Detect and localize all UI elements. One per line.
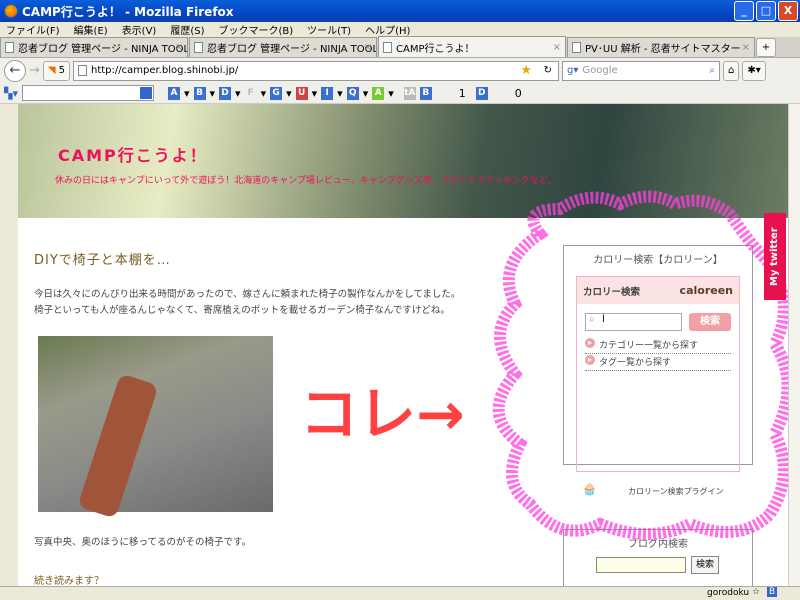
tab-label: 忍者ブログ 管理ページ - NINJA TOOLS [207, 44, 377, 55]
tab-close-icon[interactable]: × [364, 42, 372, 53]
vertical-scrollbar[interactable] [788, 104, 800, 586]
addon-icon[interactable]: B [767, 587, 778, 597]
page-icon [383, 41, 392, 53]
star-icon[interactable]: ☆ [752, 587, 760, 597]
toolbar-button-a[interactable]: A [167, 86, 180, 100]
page-icon [77, 65, 87, 76]
my-twitter-badge[interactable]: My twitter [764, 213, 786, 300]
search-placeholder: Google [582, 65, 618, 76]
navigation-bar: ← → ◥ 5 http://camper.blog.shinobi.jp/★ ↻ … [0, 58, 800, 83]
menu-edit[interactable]: 編集(E) [74, 22, 108, 37]
url-bar[interactable]: http://camper.blog.shinobi.jp/ ★ ↻ [72, 60, 559, 81]
rss-button[interactable]: ◥ 5 [42, 60, 70, 81]
window-title: CAMP行こうよ！ - Mozilla Firefox [22, 4, 234, 19]
tab[interactable]: 忍者ブログ 管理ページ - NINJA TOOLS × [0, 37, 188, 57]
page-icon [194, 42, 203, 53]
annotation-overlay: コレ→ [300, 190, 788, 540]
menu-bookmarks[interactable]: ブックマーク(B) [219, 22, 294, 37]
search-icon[interactable] [139, 87, 152, 99]
maximize-button[interactable]: □ [756, 1, 776, 21]
tab-label: CAMP行こうよ！ [396, 43, 475, 55]
annotation-text: コレ→ [300, 380, 465, 448]
tab-close-icon[interactable]: × [553, 42, 561, 53]
close-button[interactable]: X [778, 1, 798, 21]
bookmark-star-icon[interactable]: ★ [520, 63, 532, 78]
menu-bar: ファイル(F) 編集(E) 表示(V) 履歴(S) ブックマーク(B) ツール(… [0, 22, 800, 37]
menu-help[interactable]: ヘルプ(H) [365, 22, 410, 37]
status-user: gorodoku [707, 588, 750, 598]
toolbar-search-input[interactable] [21, 85, 154, 101]
delicious-count: 0 [514, 86, 522, 100]
tab[interactable]: 忍者ブログ 管理ページ - NINJA TOOLS × [189, 37, 377, 57]
tab-close-icon[interactable]: × [175, 42, 183, 53]
minimize-button[interactable]: _ [734, 1, 754, 21]
page-icon [5, 42, 14, 53]
hatena-b-icon: B [419, 86, 432, 100]
title-bar: CAMP行こうよ！ - Mozilla Firefox _ □ X [0, 0, 800, 22]
tab[interactable]: PV･UU 解析 - 忍者サイトマスター × [567, 37, 755, 57]
highlight-cloud-outline [492, 190, 788, 540]
menu-tools[interactable]: ツール(T) [307, 22, 351, 37]
toolbar-button-d[interactable]: D [219, 86, 232, 100]
tab-label: PV･UU 解析 - 忍者サイトマスター [585, 44, 741, 55]
menu-view[interactable]: 表示(V) [122, 22, 157, 37]
tab-close-icon[interactable]: × [742, 42, 750, 53]
toolbar-button-f[interactable]: F [244, 86, 257, 100]
home-button[interactable]: ⌂ [722, 60, 740, 81]
search-box[interactable]: g▾ Google ⌕ [561, 60, 720, 81]
addon-toolbar: ▚▾ A ▾ B ▾ D ▾ F ▾ G ▾ U ▾ I ▾ Q ▾ A ▾ tA B 1 D 0 [0, 83, 800, 104]
menu-history[interactable]: 履歴(S) [170, 22, 204, 37]
status-bar: gorodoku ☆ B [0, 586, 800, 600]
tab-label: 忍者ブログ 管理ページ - NINJA TOOLS [18, 44, 188, 55]
google-icon: g▾ [566, 65, 579, 76]
web-content: CAMP行こうよ！ 休みの日にはキャンプにいって外で遊ぼう！北海道のキャンプ場レ… [0, 104, 788, 586]
forward-button[interactable]: → [29, 63, 40, 78]
toolbar-icon[interactable]: ▚▾ [4, 87, 18, 100]
hatena-count: 1 [458, 86, 466, 100]
delicious-d-icon: D [475, 86, 488, 100]
tab-bar: 忍者ブログ 管理ページ - NINJA TOOLS × 忍者ブログ 管理ページ -… [0, 36, 800, 58]
reload-icon[interactable]: ↻ [544, 65, 552, 76]
back-button[interactable]: ← [4, 59, 26, 82]
toolbar-button-b[interactable]: B [193, 86, 206, 100]
toolbar-button-android[interactable]: A [372, 86, 385, 100]
toolbar-button-q[interactable]: Q [346, 86, 359, 100]
addon-button[interactable]: ✱▾ [742, 60, 766, 81]
menu-file[interactable]: ファイル(F) [6, 22, 60, 37]
rss-count: 5 [58, 65, 65, 76]
new-tab-button[interactable]: + [756, 38, 776, 57]
search-icon[interactable]: ⌕ [709, 65, 715, 76]
toolbar-button-i[interactable]: I [321, 86, 334, 100]
toolbar-button-u[interactable]: U [295, 86, 308, 100]
firefox-icon [4, 4, 18, 18]
rss-icon: ◥ [47, 65, 56, 76]
toolbar-button-g[interactable]: G [270, 86, 283, 100]
toolbar-button-ta[interactable]: tA [403, 86, 416, 100]
tab-active[interactable]: CAMP行こうよ！ × [378, 36, 566, 57]
page-icon [572, 42, 581, 53]
url-text: http://camper.blog.shinobi.jp/ [90, 65, 239, 76]
